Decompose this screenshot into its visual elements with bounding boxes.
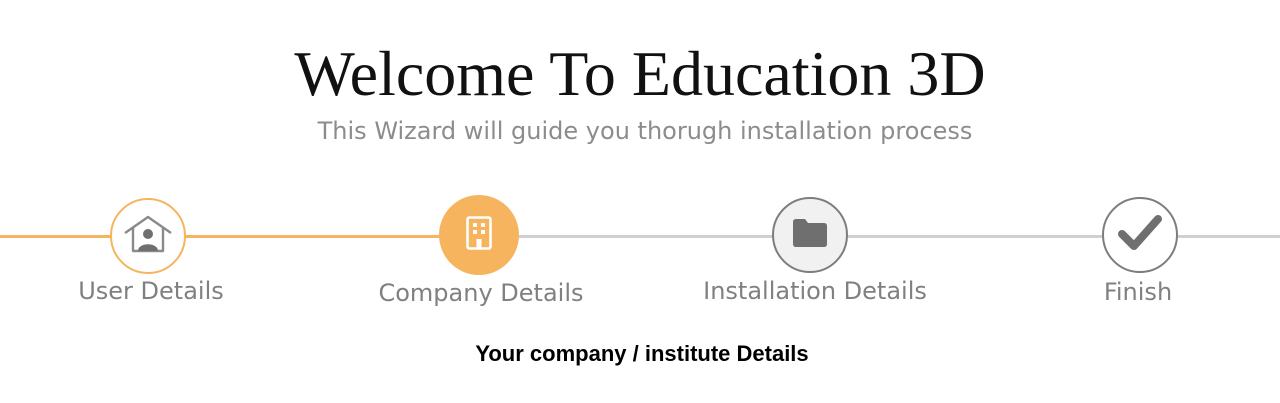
step-company-details[interactable] xyxy=(439,195,519,275)
step-label-company-details: Company Details xyxy=(378,279,584,307)
step-finish[interactable] xyxy=(1102,197,1178,273)
step-label-finish: Finish xyxy=(1103,278,1173,306)
step-user-details[interactable] xyxy=(110,198,186,274)
checkmark-icon xyxy=(1118,214,1162,256)
building-icon xyxy=(466,216,492,254)
section-heading: Your company / institute Details xyxy=(475,341,809,366)
page-title: Welcome To Education 3D xyxy=(294,38,986,109)
step-label-installation-details: Installation Details xyxy=(703,277,927,305)
step-label-user-details: User Details xyxy=(78,277,224,305)
progress-track-completed xyxy=(0,235,480,238)
user-home-icon xyxy=(122,214,174,258)
page-subtitle: This Wizard will guide you thorugh insta… xyxy=(317,117,973,145)
folder-icon xyxy=(792,218,828,252)
step-installation-details[interactable] xyxy=(772,197,848,273)
